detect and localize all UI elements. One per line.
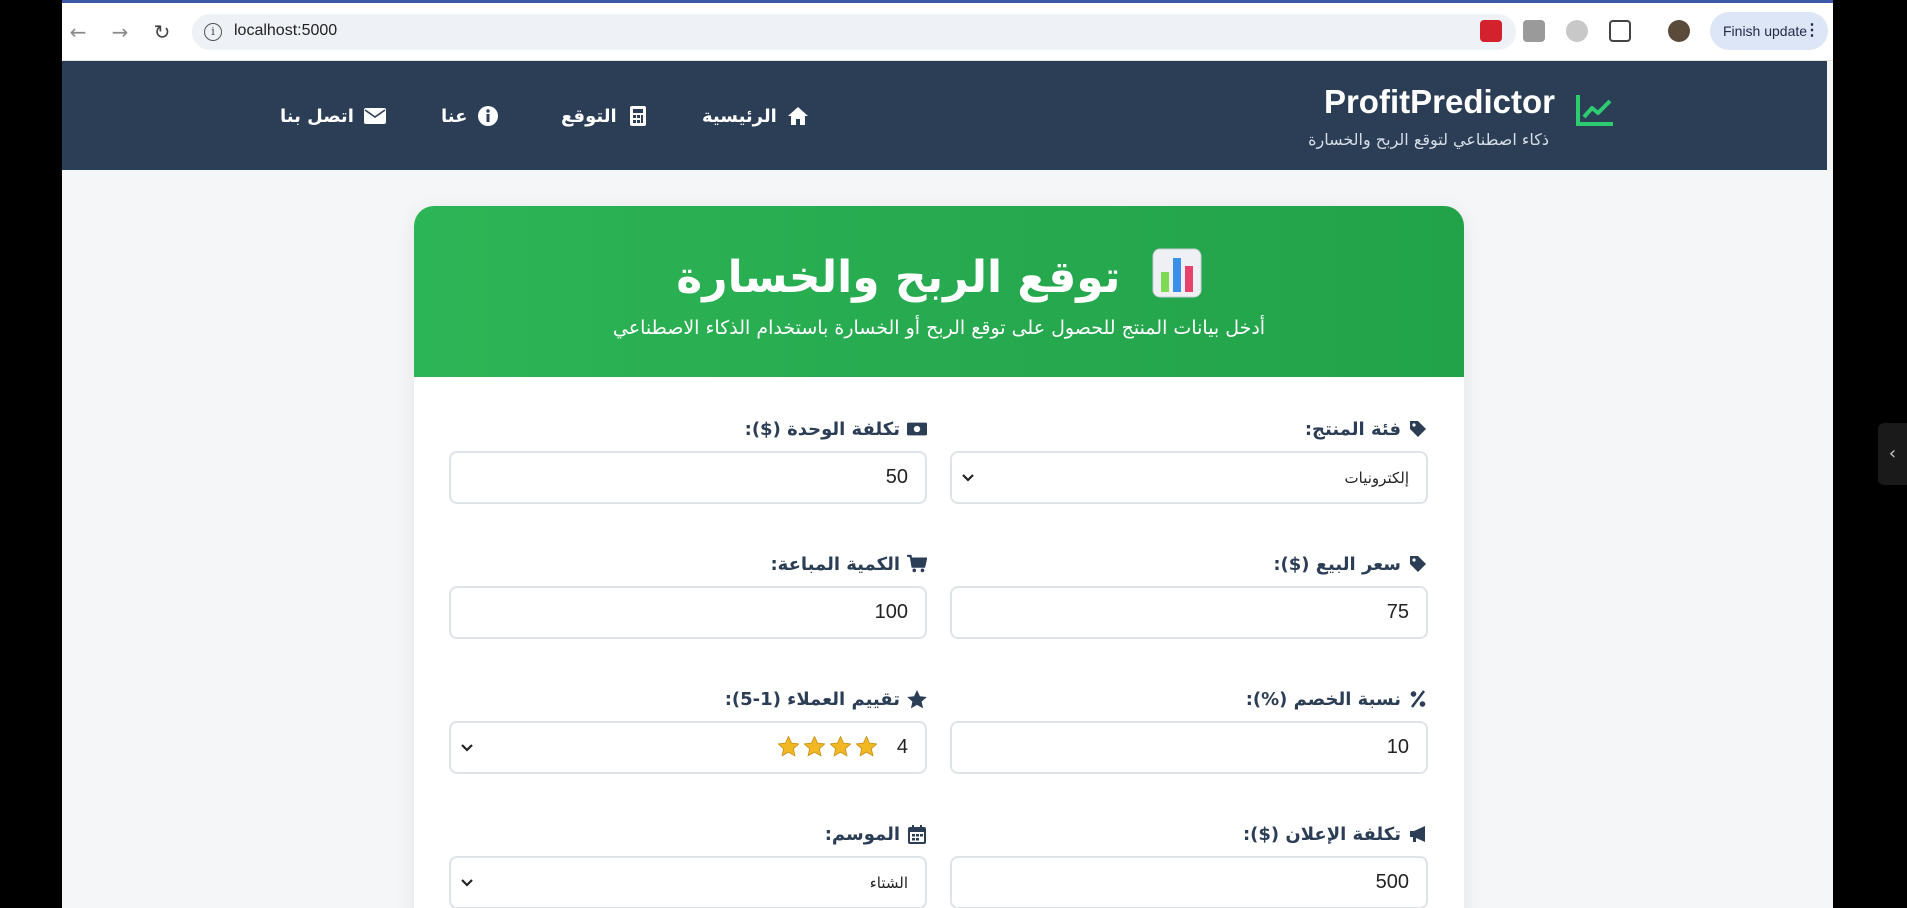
brand-tagline: ذكاء اصطناعي لتوقع الربح والخسارة	[1308, 130, 1549, 149]
nav-home-label: الرئيسية	[702, 105, 777, 127]
site-header: ProfitPredictor ذكاء اصطناعي لتوقع الربح…	[62, 61, 1827, 170]
card-title: توقع الربح والخسارة	[414, 248, 1464, 303]
extension-red-icon[interactable]	[1480, 20, 1502, 42]
nav-contact[interactable]: اتصل بنا	[280, 102, 386, 130]
rating-label-text: تقييم العملاء (1-5):	[724, 688, 900, 710]
ad-cost-label: تكلفة الإعلان ($):	[950, 821, 1428, 847]
category-label: فئة المنتج:	[950, 416, 1428, 442]
chevron-down-icon	[461, 744, 473, 752]
unit-cost-label: تكلفة الوحدة ($):	[449, 416, 927, 442]
sale-price-field: سعر البيع ($): 75	[950, 551, 1428, 639]
rating-star-icon	[830, 736, 851, 757]
sale-price-label-text: سعر البيع ($):	[1273, 553, 1401, 575]
calendar-icon	[907, 824, 927, 844]
calculator-icon	[627, 105, 649, 127]
rating-stars	[778, 736, 877, 757]
chart-line-logo-icon	[1576, 95, 1613, 126]
quantity-value: 100	[874, 601, 908, 623]
prediction-card: توقع الربح والخسارة أدخل بيانات المنتج ل…	[414, 206, 1464, 908]
address-bar-url[interactable]: localhost:5000	[234, 22, 337, 40]
ad-cost-value: 500	[1375, 871, 1409, 893]
season-select[interactable]: الشتاء	[449, 856, 927, 908]
home-icon	[787, 105, 809, 127]
unit-cost-field: تكلفة الوحدة ($): 50	[449, 416, 927, 504]
rating-star-icon	[778, 736, 799, 757]
season-label: الموسم:	[449, 821, 927, 847]
season-field: الموسم: الشتاء	[449, 821, 927, 908]
rating-star-icon	[804, 736, 825, 757]
nav-predict[interactable]: التوقع	[561, 102, 649, 130]
category-select[interactable]: إلكترونيات	[950, 451, 1428, 504]
quantity-label: الكمية المباعة:	[449, 551, 927, 577]
nav-home[interactable]: الرئيسية	[702, 102, 809, 130]
browser-toolbar: ← → ↻ i localhost:5000 ☆ Finish update ⋮	[62, 0, 1833, 61]
nav-contact-label: اتصل بنا	[280, 105, 354, 127]
money-bill-icon	[907, 419, 927, 439]
rating-select[interactable]: 4	[449, 721, 927, 774]
bullhorn-icon	[1408, 824, 1428, 844]
rating-field: تقييم العملاء (1-5): 4	[449, 686, 927, 774]
tag-icon	[1408, 554, 1428, 574]
quantity-label-text: الكمية المباعة:	[770, 553, 900, 575]
unit-cost-label-text: تكلفة الوحدة ($):	[744, 418, 900, 440]
side-panel-toggle[interactable]: ‹	[1878, 423, 1907, 485]
discount-input[interactable]: 10	[950, 721, 1428, 774]
tab-strip-edge	[62, 0, 1833, 3]
card-header: توقع الربح والخسارة أدخل بيانات المنتج ل…	[414, 206, 1464, 377]
discount-field: نسبة الخصم (%): 10	[950, 686, 1428, 774]
screen: ← → ↻ i localhost:5000 ☆ Finish update ⋮	[0, 0, 1907, 908]
rating-value: 4	[896, 736, 908, 758]
nav-predict-label: التوقع	[561, 105, 617, 127]
discount-label: نسبة الخصم (%):	[950, 686, 1428, 712]
ad-cost-input[interactable]: 500	[950, 856, 1428, 908]
chevron-left-icon: ‹	[1888, 443, 1897, 464]
brand-name[interactable]: ProfitPredictor	[1324, 83, 1555, 121]
card-subtitle: أدخل بيانات المنتج للحصول على توقع الربح…	[612, 317, 1266, 339]
finish-update-label: Finish update	[1723, 23, 1808, 39]
card-title-text: توقع الربح والخسارة	[676, 252, 1121, 303]
extension-circle-icon[interactable]	[1566, 20, 1588, 42]
finish-update-button[interactable]: Finish update ⋮	[1710, 12, 1828, 50]
reload-icon[interactable]: ↻	[150, 20, 174, 44]
season-label-text: الموسم:	[824, 823, 900, 845]
ad-cost-field: تكلفة الإعلان ($): 500	[950, 821, 1428, 908]
menu-dots-icon[interactable]: ⋮	[1804, 12, 1820, 50]
chevron-down-icon	[962, 474, 974, 482]
season-value: الشتاء	[869, 874, 908, 892]
rating-label: تقييم العملاء (1-5):	[449, 686, 927, 712]
discount-value: 10	[1386, 736, 1409, 758]
unit-cost-input[interactable]: 50	[449, 451, 927, 504]
envelope-icon	[363, 105, 386, 127]
extension-gray-icon[interactable]	[1523, 20, 1545, 42]
info-icon	[477, 105, 499, 127]
sale-price-input[interactable]: 75	[950, 586, 1428, 639]
back-icon[interactable]: ←	[66, 20, 90, 44]
sale-price-value: 75	[1386, 601, 1409, 623]
quantity-field: الكمية المباعة: 100	[449, 551, 927, 639]
nav-about[interactable]: عنا	[441, 102, 499, 130]
tag-icon	[1408, 419, 1428, 439]
nav-about-label: عنا	[441, 105, 468, 127]
category-value: إلكترونيات	[1344, 469, 1409, 487]
profile-avatar[interactable]	[1668, 20, 1690, 42]
address-bar[interactable]: i localhost:5000 ☆	[192, 14, 1516, 50]
star-icon	[907, 689, 927, 709]
rating-star-icon	[856, 736, 877, 757]
ad-cost-label-text: تكلفة الإعلان ($):	[1242, 823, 1401, 845]
quantity-input[interactable]: 100	[449, 586, 927, 639]
extensions-puzzle-icon[interactable]	[1609, 20, 1631, 42]
unit-cost-value: 50	[885, 466, 908, 488]
chevron-down-icon	[461, 879, 473, 887]
category-label-text: فئة المنتج:	[1304, 418, 1401, 440]
bar-chart-emoji-icon	[1152, 248, 1202, 298]
percent-icon	[1408, 689, 1428, 709]
sale-price-label: سعر البيع ($):	[950, 551, 1428, 577]
discount-label-text: نسبة الخصم (%):	[1245, 688, 1401, 710]
browser-window: ← → ↻ i localhost:5000 ☆ Finish update ⋮	[62, 0, 1833, 908]
site-info-icon[interactable]: i	[204, 23, 222, 41]
forward-icon[interactable]: →	[108, 20, 132, 44]
shopping-cart-icon	[907, 554, 927, 574]
category-field: فئة المنتج: إلكترونيات	[950, 416, 1428, 504]
